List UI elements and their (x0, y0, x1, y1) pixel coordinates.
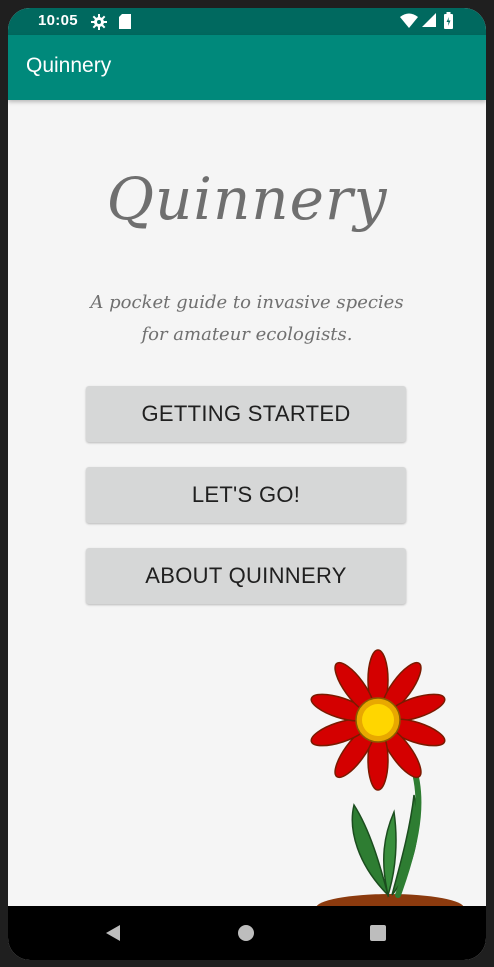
status-bar: 10:05 (8, 8, 486, 35)
wifi-icon (400, 13, 418, 28)
tagline: A pocket guide to invasive species for a… (48, 287, 446, 351)
getting-started-button[interactable]: GETTING STARTED (86, 386, 406, 442)
app-bar: Quinnery (8, 35, 486, 100)
tagline-line-2: for amateur ecologists. (141, 324, 353, 345)
lets-go-button[interactable]: LET'S GO! (86, 467, 406, 523)
status-time: 10:05 (38, 12, 78, 29)
battery-icon (444, 12, 453, 29)
recents-icon[interactable] (369, 924, 387, 942)
phone-screen: 10:05 Quinnery Quinnery A pocket guide t… (8, 8, 486, 960)
sd-card-icon (119, 14, 131, 29)
home-icon[interactable] (237, 924, 255, 942)
main-content: Quinnery A pocket guide to invasive spec… (8, 100, 486, 906)
app-title: Quinnery (26, 54, 112, 77)
signal-icon (422, 13, 436, 27)
back-icon[interactable] (104, 924, 122, 942)
hero-title: Quinnery (106, 165, 388, 233)
tagline-line-1: A pocket guide to invasive species (90, 292, 404, 313)
navigation-bar (8, 906, 486, 960)
flower-illustration (310, 649, 464, 906)
gear-icon (91, 14, 107, 30)
about-quinnery-button[interactable]: ABOUT QUINNERY (86, 548, 406, 604)
